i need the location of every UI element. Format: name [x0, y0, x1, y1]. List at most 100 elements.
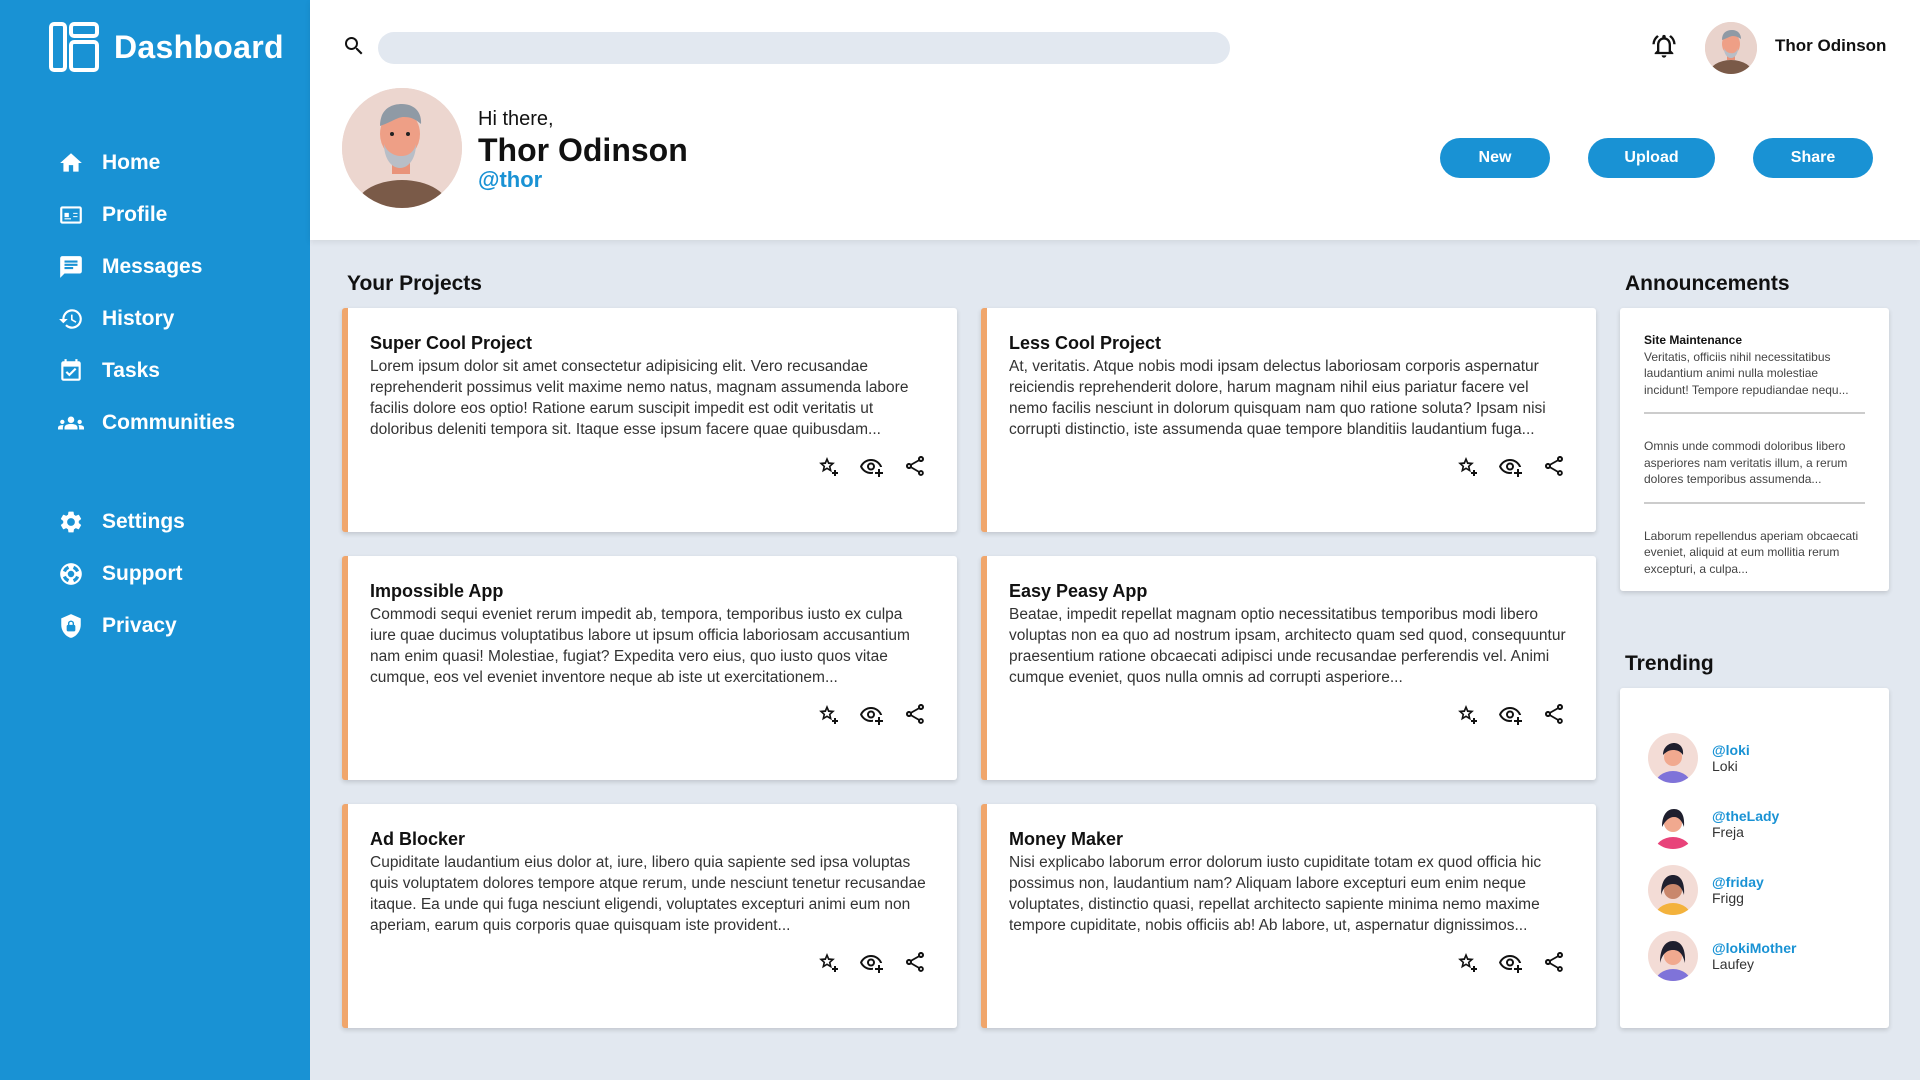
avatar: [1648, 931, 1698, 981]
trending-user[interactable]: @loki Loki: [1648, 733, 1750, 783]
project-title: Money Maker: [1009, 829, 1124, 849]
greeting: Hi there,: [478, 108, 554, 130]
watch-icon[interactable]: [859, 454, 883, 478]
message-icon: [56, 252, 86, 282]
project-card[interactable]: Easy Peasy App Beatae, impedit repellat …: [981, 556, 1596, 780]
project-description: Beatae, impedit repellat magnam optio ne…: [1009, 606, 1566, 686]
project-actions: [1454, 454, 1566, 478]
sidebar: Dashboard Home Profile Messages History …: [0, 0, 310, 1080]
announcement-heading: Site Maintenance: [1644, 333, 1743, 347]
app-title: Dashboard: [114, 28, 284, 65]
trending-name: Loki: [1712, 758, 1738, 774]
sidebar-item-history[interactable]: History: [56, 293, 235, 345]
star-add-icon[interactable]: [815, 950, 839, 974]
sidebar-item-label: Profile: [102, 203, 168, 226]
trending-user[interactable]: @theLady Freja: [1648, 799, 1779, 849]
new-button[interactable]: New: [1440, 138, 1550, 178]
share-icon[interactable]: [1542, 454, 1566, 478]
dashboard-logo-icon: [49, 22, 99, 72]
sidebar-item-label: Messages: [102, 255, 203, 278]
project-actions: [1454, 950, 1566, 974]
header: Thor Odinson Hi there, Thor Odinson @tho…: [310, 0, 1920, 240]
sidebar-item-profile[interactable]: Profile: [56, 189, 235, 241]
sidebar-item-tasks[interactable]: Tasks: [56, 345, 235, 397]
watch-icon[interactable]: [1498, 454, 1522, 478]
profile-name: Thor Odinson: [478, 132, 688, 168]
trending-title: Trending: [1625, 652, 1714, 675]
trending-handle: @friday: [1712, 874, 1764, 890]
history-icon: [56, 304, 86, 334]
watch-icon[interactable]: [859, 702, 883, 726]
star-add-icon[interactable]: [1454, 454, 1478, 478]
upload-button[interactable]: Upload: [1588, 138, 1715, 178]
project-title: Ad Blocker: [370, 829, 466, 849]
trending-user[interactable]: @lokiMother Laufey: [1648, 931, 1796, 981]
search-icon[interactable]: [342, 34, 366, 58]
project-description: At, veritatis. Atque nobis modi ipsam de…: [1009, 358, 1546, 438]
share-icon[interactable]: [903, 702, 927, 726]
avatar: [1648, 799, 1698, 849]
avatar: [1648, 733, 1698, 783]
announcement-body: Omnis unde commodi doloribus libero aspe…: [1644, 439, 1848, 486]
bell-icon[interactable]: [1650, 32, 1678, 60]
sidebar-item-support[interactable]: Support: [56, 548, 185, 600]
watch-icon[interactable]: [859, 950, 883, 974]
sidebar-item-label: Tasks: [102, 359, 160, 382]
star-add-icon[interactable]: [815, 702, 839, 726]
profile-handle[interactable]: @thor: [478, 167, 542, 193]
project-card[interactable]: Less Cool Project At, veritatis. Atque n…: [981, 308, 1596, 532]
share-icon[interactable]: [1542, 702, 1566, 726]
star-add-icon[interactable]: [1454, 702, 1478, 726]
project-card[interactable]: Money Maker Nisi explicabo laborum error…: [981, 804, 1596, 1028]
star-add-icon[interactable]: [815, 454, 839, 478]
search-input[interactable]: [378, 32, 1230, 64]
project-title: Less Cool Project: [1009, 333, 1162, 353]
announcements-panel: Site Maintenance Veritatis, officiis nih…: [1620, 308, 1889, 591]
projects-title: Your Projects: [347, 272, 482, 295]
watch-icon[interactable]: [1498, 702, 1522, 726]
project-title: Super Cool Project: [370, 333, 533, 353]
trending-name: Frigg: [1712, 890, 1744, 906]
sidebar-item-privacy[interactable]: Privacy: [56, 600, 185, 652]
trending-handle: @loki: [1712, 742, 1750, 758]
announcements-title: Announcements: [1625, 272, 1790, 295]
project-description: Cupiditate laudantium eius dolor at, iur…: [370, 854, 926, 934]
trending-name: Freja: [1712, 824, 1744, 840]
project-card[interactable]: Ad Blocker Cupiditate laudantium eius do…: [342, 804, 957, 1028]
avatar[interactable]: [1705, 22, 1757, 74]
watch-icon[interactable]: [1498, 950, 1522, 974]
trending-user[interactable]: @friday Frigg: [1648, 865, 1764, 915]
project-description: Commodi sequi eveniet rerum impedit ab, …: [370, 606, 910, 686]
sidebar-main-nav: Home Profile Messages History Tasks Comm…: [56, 137, 235, 449]
sidebar-item-label: Settings: [102, 510, 185, 533]
home-icon: [56, 148, 86, 178]
project-card[interactable]: Super Cool Project Lorem ipsum dolor sit…: [342, 308, 957, 532]
tasks-icon: [56, 356, 86, 386]
announcement-body: Veritatis, officiis nihil necessitatibus…: [1644, 349, 1849, 397]
sidebar-item-messages[interactable]: Messages: [56, 241, 235, 293]
project-card[interactable]: Impossible App Commodi sequi eveniet rer…: [342, 556, 957, 780]
profile-avatar: [342, 88, 462, 208]
brand[interactable]: Dashboard: [49, 22, 284, 72]
header-user-name[interactable]: Thor Odinson: [1775, 36, 1886, 56]
share-button[interactable]: Share: [1753, 138, 1873, 178]
share-icon[interactable]: [903, 454, 927, 478]
trending-handle: @theLady: [1712, 808, 1780, 824]
announcement-item[interactable]: Laborum repellendus aperiam obcaecati ev…: [1644, 528, 1865, 592]
star-add-icon[interactable]: [1454, 950, 1478, 974]
profile-card-icon: [56, 200, 86, 230]
sidebar-item-settings[interactable]: Settings: [56, 496, 185, 548]
sidebar-item-home[interactable]: Home: [56, 137, 235, 189]
project-title: Impossible App: [370, 581, 504, 601]
sidebar-item-communities[interactable]: Communities: [56, 397, 235, 449]
announcement-item[interactable]: Site Maintenance Veritatis, officiis nih…: [1644, 332, 1865, 414]
share-icon[interactable]: [903, 950, 927, 974]
sidebar-item-label: Privacy: [102, 614, 177, 637]
announcement-item[interactable]: Omnis unde commodi doloribus libero aspe…: [1644, 438, 1865, 504]
project-description: Lorem ipsum dolor sit amet consectetur a…: [370, 358, 909, 438]
group-icon: [56, 408, 86, 438]
share-icon[interactable]: [1542, 950, 1566, 974]
project-actions: [815, 950, 927, 974]
trending-handle: @lokiMother: [1712, 940, 1797, 956]
sidebar-item-label: Support: [102, 562, 183, 585]
